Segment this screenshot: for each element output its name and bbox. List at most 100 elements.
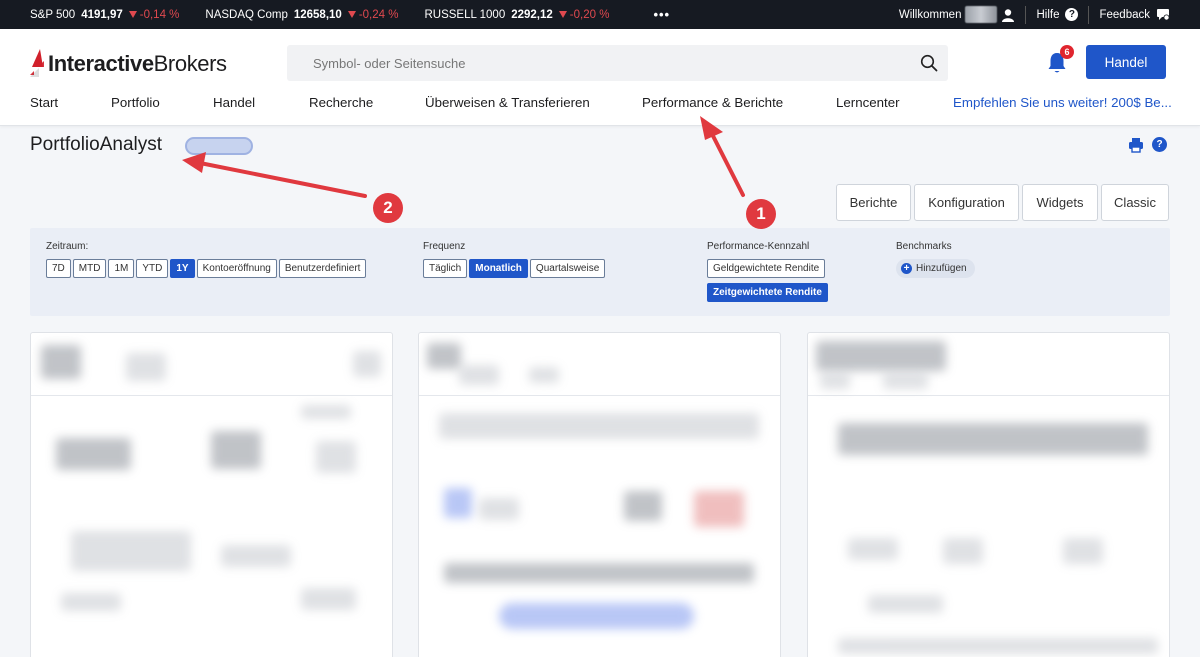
nav-item-handel[interactable]: Handel bbox=[213, 95, 255, 110]
filter-label: Frequenz bbox=[423, 241, 466, 252]
feedback-link[interactable]: Feedback bbox=[1089, 6, 1200, 24]
tab-berichte[interactable]: Berichte bbox=[836, 184, 911, 221]
zeitraum-option[interactable]: 1Y bbox=[170, 259, 195, 278]
blurred-content bbox=[444, 488, 472, 518]
widget-header bbox=[31, 333, 392, 396]
blurred-content bbox=[439, 413, 759, 439]
main-header: InteractiveBrokers 6 Handel Start Portfo… bbox=[0, 29, 1200, 126]
kennzahl-options: Geldgewichtete Rendite Zeitgewichtete Ren… bbox=[707, 259, 830, 302]
account-menu[interactable]: Willkommen bbox=[889, 6, 1026, 24]
view-switcher: Berichte Konfiguration Widgets Classic bbox=[836, 184, 1172, 221]
annotation-marker-1: 1 bbox=[746, 199, 776, 229]
print-icon[interactable] bbox=[1128, 137, 1144, 153]
filter-label: Zeitraum: bbox=[46, 241, 89, 252]
filter-group-frequenz: Frequenz Täglich Monatlich Quartalsweise bbox=[423, 241, 607, 278]
page-title: PortfolioAnalyst bbox=[30, 134, 163, 155]
blurred-content bbox=[316, 441, 356, 473]
filter-label: Benchmarks bbox=[896, 241, 952, 252]
down-arrow-icon bbox=[347, 10, 356, 18]
frequenz-option[interactable]: Monatlich bbox=[469, 259, 528, 278]
blurred-content bbox=[459, 365, 499, 385]
filter-panel: Zeitraum: 7D MTD 1M YTD 1Y Kontoeröffnung Benu… bbox=[30, 228, 1170, 316]
ticker-value: 2292,12 bbox=[511, 8, 553, 21]
arrow-2-head bbox=[182, 152, 206, 173]
blurred-content bbox=[820, 373, 850, 389]
widget-card-3[interactable] bbox=[807, 332, 1170, 657]
help-link[interactable]: Hilfe ? bbox=[1026, 6, 1088, 24]
account-selector-pill[interactable] bbox=[185, 137, 253, 155]
tab-widgets[interactable]: Widgets bbox=[1022, 184, 1098, 221]
blurred-content bbox=[499, 603, 694, 629]
widget-header bbox=[419, 333, 780, 396]
notification-count-badge: 6 bbox=[1060, 45, 1074, 59]
ticker-name: S&P 500 bbox=[30, 8, 76, 21]
blurred-content bbox=[221, 545, 291, 567]
nav-item-transfers[interactable]: Überweisen & Transferieren bbox=[425, 95, 590, 110]
zeitraum-option[interactable]: 1M bbox=[108, 259, 135, 278]
nav-item-portfolio[interactable]: Portfolio bbox=[111, 95, 160, 110]
nav-item-referral-promo[interactable]: Empfehlen Sie uns weiter! 200$ Be... bbox=[953, 95, 1172, 110]
search-icon[interactable] bbox=[920, 54, 938, 72]
frequenz-option[interactable]: Täglich bbox=[423, 259, 468, 278]
zeitraum-option[interactable]: Benutzerdefiniert bbox=[278, 259, 367, 278]
plus-icon: + bbox=[901, 263, 912, 274]
zeitraum-option[interactable]: Kontoeröffnung bbox=[196, 259, 277, 278]
blurred-content bbox=[479, 498, 519, 520]
blurred-content bbox=[353, 351, 381, 377]
market-ticker-bar: S&P 500 4191,97 -0,14 % NASDAQ Comp 1265… bbox=[0, 0, 1200, 29]
add-benchmark-label: Hinzufügen bbox=[916, 263, 967, 274]
ticker-change: -0,14 % bbox=[128, 9, 179, 21]
filter-group-benchmarks: Benchmarks + Hinzufügen bbox=[896, 241, 975, 278]
welcome-label: Willkommen bbox=[898, 8, 962, 21]
redacted-username bbox=[965, 6, 998, 23]
widget-card-1[interactable] bbox=[30, 332, 393, 657]
feedback-label: Feedback bbox=[1099, 8, 1150, 21]
blurred-content bbox=[529, 367, 559, 383]
help-icon[interactable]: ? bbox=[1152, 137, 1167, 152]
zeitraum-option[interactable]: YTD bbox=[136, 259, 169, 278]
trade-button[interactable]: Handel bbox=[1086, 45, 1166, 79]
zeitraum-option[interactable]: MTD bbox=[72, 259, 107, 278]
ticker-more-button[interactable]: ••• bbox=[653, 7, 670, 22]
blurred-content bbox=[838, 638, 1158, 654]
arrow-1 bbox=[708, 128, 745, 197]
nav-item-recherche[interactable]: Recherche bbox=[309, 95, 373, 110]
frequenz-options: Täglich Monatlich Quartalsweise bbox=[423, 259, 607, 278]
brand-mark-icon bbox=[30, 49, 44, 77]
ticker-nasdaq[interactable]: NASDAQ Comp 12658,10 -0,24 % bbox=[205, 9, 398, 21]
blurred-content bbox=[211, 431, 261, 469]
blurred-content bbox=[301, 405, 351, 419]
blurred-content bbox=[838, 423, 1148, 455]
blurred-content bbox=[868, 595, 943, 613]
filter-label: Performance-Kennzahl bbox=[707, 241, 810, 252]
widget-card-2[interactable] bbox=[418, 332, 781, 657]
ticker-change: -0,20 % bbox=[558, 9, 609, 21]
ticker-russell[interactable]: RUSSELL 1000 2292,12 -0,20 % bbox=[424, 9, 609, 21]
blurred-content bbox=[71, 531, 191, 571]
kennzahl-option[interactable]: Zeitgewichtete Rendite bbox=[707, 283, 828, 302]
feedback-chat-icon bbox=[1157, 9, 1170, 21]
blurred-content bbox=[444, 563, 754, 583]
nav-item-lerncenter[interactable]: Lerncenter bbox=[836, 95, 900, 110]
search-input[interactable] bbox=[287, 45, 887, 81]
zeitraum-option[interactable]: 7D bbox=[46, 259, 71, 278]
help-label: Hilfe bbox=[1036, 8, 1060, 21]
logo-text: Brokers bbox=[153, 51, 227, 76]
tab-classic[interactable]: Classic bbox=[1101, 184, 1169, 221]
zeitraum-options: 7D MTD 1M YTD 1Y Kontoeröffnung Benutzerdefini… bbox=[46, 259, 368, 278]
user-icon bbox=[1002, 8, 1015, 22]
frequenz-option[interactable]: Quartalsweise bbox=[529, 259, 606, 278]
widget-header bbox=[808, 333, 1169, 396]
ticker-name: NASDAQ Comp bbox=[205, 8, 288, 21]
add-benchmark-button[interactable]: + Hinzufügen bbox=[896, 259, 975, 278]
nav-item-performance[interactable]: Performance & Berichte bbox=[642, 95, 783, 110]
ticker-sp500[interactable]: S&P 500 4191,97 -0,14 % bbox=[30, 9, 179, 21]
tab-konfiguration[interactable]: Konfiguration bbox=[914, 184, 1019, 221]
interactive-brokers-logo[interactable]: Interactive Brokers bbox=[30, 49, 227, 79]
main-navigation: Start Portfolio Handel Recherche Überwei… bbox=[0, 95, 1200, 117]
annotation-marker-2: 2 bbox=[373, 193, 403, 223]
down-arrow-icon bbox=[558, 10, 567, 18]
kennzahl-option[interactable]: Geldgewichtete Rendite bbox=[707, 259, 826, 278]
arrow-2 bbox=[198, 161, 367, 198]
nav-item-start[interactable]: Start bbox=[30, 95, 58, 110]
